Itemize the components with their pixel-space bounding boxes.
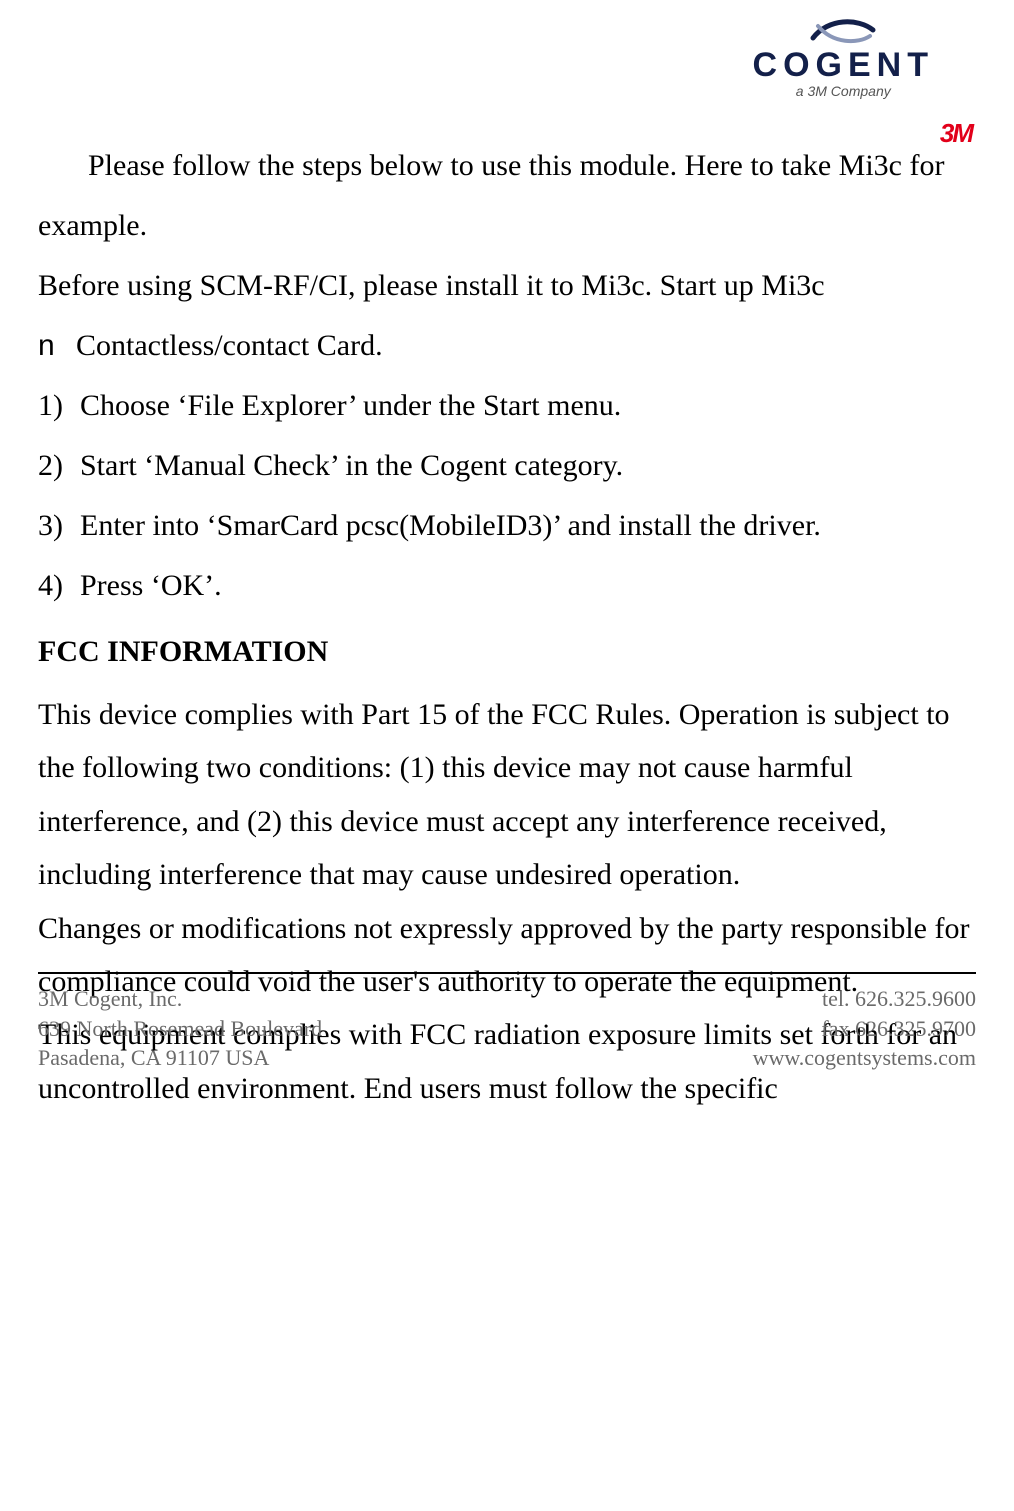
footer-street: 639 North Rosemead Boulevard <box>38 1014 322 1044</box>
step-item: 4) Press ‘OK’. <box>38 556 976 616</box>
logo-subline: a 3M Company <box>753 84 934 98</box>
before-paragraph: Before using SCM-RF/CI, please install i… <box>38 256 976 316</box>
logo-brand-text: COGENT <box>753 46 934 84</box>
step-item: 2) Start ‘Manual Check’ in the Cogent ca… <box>38 436 976 496</box>
footer-divider <box>38 972 976 974</box>
footer-contact: tel. 626.325.9600 fax 626.325.9700 www.c… <box>753 984 976 1073</box>
bullet-text: Contactless/contact Card. <box>76 316 383 376</box>
step-number: 4) <box>38 556 74 616</box>
footer-web: www.cogentsystems.com <box>753 1043 976 1073</box>
step-text: Choose ‘File Explorer’ under the Start m… <box>80 376 621 436</box>
footer-city: Pasadena, CA 91107 USA <box>38 1043 322 1073</box>
fcc-heading: FCC INFORMATION <box>38 622 976 682</box>
step-text: Start ‘Manual Check’ in the Cogent categ… <box>80 436 623 496</box>
footer-company: 3M Cogent, Inc. <box>38 984 322 1014</box>
step-item: 3) Enter into ‘SmarCard pcsc(MobileID3)’… <box>38 496 976 556</box>
bullet-item: n Contactless/contact Card. <box>38 316 976 376</box>
step-number: 1) <box>38 376 74 436</box>
3m-logo: 3M <box>940 118 972 149</box>
step-item: 1) Choose ‘File Explorer’ under the Star… <box>38 376 976 436</box>
fcc-paragraph-1: This device complies with Part 15 of the… <box>38 688 976 902</box>
step-text: Press ‘OK’. <box>80 556 222 616</box>
swoosh-icon <box>808 16 878 46</box>
bullet-marker: n <box>38 316 62 376</box>
company-logo: COGENT a 3M Company <box>753 16 934 98</box>
intro-paragraph: Please follow the steps below to use thi… <box>38 136 976 256</box>
step-text: Enter into ‘SmarCard pcsc(MobileID3)’ an… <box>80 496 821 556</box>
step-number: 2) <box>38 436 74 496</box>
document-body: Please follow the steps below to use thi… <box>38 28 976 1115</box>
page-footer: 3M Cogent, Inc. 639 North Rosemead Boule… <box>38 972 976 1073</box>
footer-tel: tel. 626.325.9600 <box>753 984 976 1014</box>
footer-fax: fax 626.325.9700 <box>753 1014 976 1044</box>
footer-address: 3M Cogent, Inc. 639 North Rosemead Boule… <box>38 984 322 1073</box>
step-number: 3) <box>38 496 74 556</box>
